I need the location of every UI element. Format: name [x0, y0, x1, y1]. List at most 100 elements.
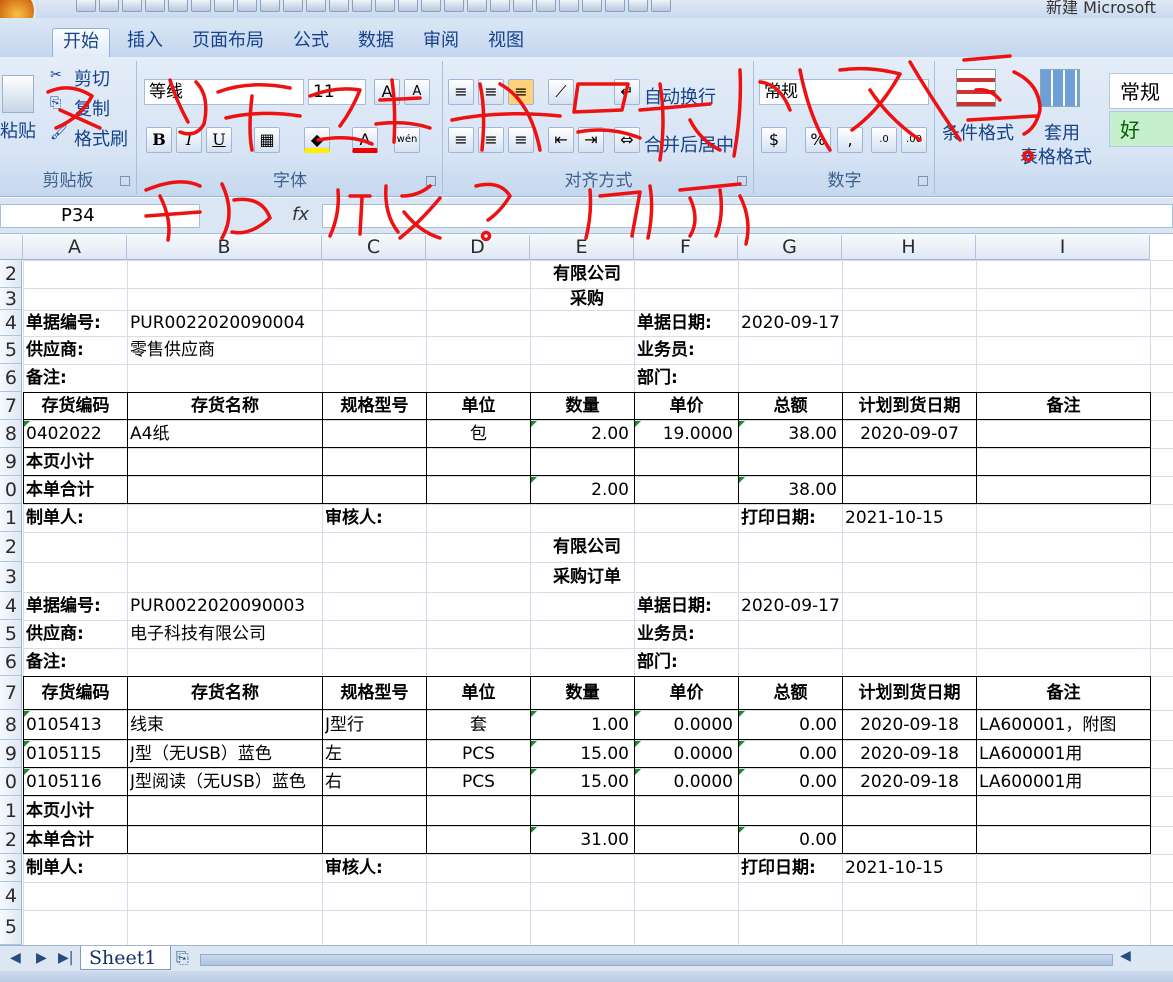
- quick-access-icon[interactable]: [352, 0, 372, 12]
- row-header[interactable]: 2: [0, 532, 22, 562]
- row-header[interactable]: 8: [0, 420, 22, 448]
- align-middle-icon[interactable]: ≡: [478, 79, 504, 105]
- column-header-G[interactable]: G: [738, 235, 842, 260]
- scroll-left-icon[interactable]: ◀: [1120, 948, 1131, 964]
- number-launcher-icon[interactable]: [918, 176, 928, 186]
- quick-access-icon[interactable]: [76, 0, 96, 12]
- currency-icon[interactable]: $: [761, 127, 787, 153]
- quick-access-icon[interactable]: [260, 0, 280, 12]
- worksheet-grid[interactable]: 有限公司 采购 单据编号: PUR0022020090004 单据日期: 2020-09-…: [23, 260, 1173, 945]
- column-header-D[interactable]: D: [426, 235, 530, 260]
- last-sheet-icon[interactable]: ▶|: [58, 950, 73, 966]
- align-bottom-icon[interactable]: ≡: [508, 79, 534, 105]
- row-header[interactable]: 1: [0, 504, 22, 532]
- conditional-format-icon[interactable]: [956, 69, 996, 107]
- tab-7[interactable]: 视图: [478, 28, 534, 58]
- row-header[interactable]: 2: [0, 826, 22, 854]
- cut-button[interactable]: 剪切: [74, 65, 110, 91]
- align-top-icon[interactable]: ≡: [448, 79, 474, 105]
- row-header[interactable]: 9: [0, 448, 22, 476]
- quick-access-icon[interactable]: [168, 0, 188, 12]
- tab-2[interactable]: 插入: [117, 28, 173, 58]
- quick-access-icon[interactable]: [99, 0, 119, 12]
- paste-icon[interactable]: [2, 75, 34, 113]
- insert-sheet-icon[interactable]: ⎘: [176, 948, 189, 968]
- column-header-C[interactable]: C: [322, 235, 426, 260]
- row-header[interactable]: 7: [0, 392, 22, 420]
- quick-access-icon[interactable]: [283, 0, 303, 12]
- row-header[interactable]: 0: [0, 768, 22, 796]
- quick-access-icon[interactable]: [421, 0, 441, 12]
- font-name-combo[interactable]: 等线: [144, 79, 304, 105]
- clipboard-launcher-icon[interactable]: [120, 176, 130, 186]
- quick-access-icon[interactable]: [237, 0, 257, 12]
- row-header[interactable]: 3: [0, 288, 22, 310]
- sheet-tab-sheet1[interactable]: Sheet1: [80, 946, 172, 970]
- row-header[interactable]: 4: [0, 310, 22, 336]
- decrease-decimal-icon[interactable]: .00: [901, 127, 927, 153]
- align-center-icon[interactable]: ≡: [478, 127, 504, 153]
- italic-button[interactable]: I: [176, 127, 202, 153]
- increase-indent-icon[interactable]: ⇥: [578, 127, 604, 153]
- quick-access-icon[interactable]: [306, 0, 326, 12]
- quick-access-icon[interactable]: [444, 0, 464, 12]
- quick-access-icon[interactable]: [536, 0, 556, 12]
- grow-font-icon[interactable]: A: [374, 79, 400, 105]
- style-good[interactable]: 好: [1109, 111, 1173, 147]
- format-as-table-icon[interactable]: [1040, 69, 1080, 107]
- comma-icon[interactable]: ,: [837, 127, 863, 153]
- column-header-E[interactable]: E: [530, 235, 634, 260]
- row-header[interactable]: 3: [0, 854, 22, 882]
- font-color-icon[interactable]: A: [352, 127, 378, 153]
- font-launcher-icon[interactable]: [426, 176, 436, 186]
- row-header[interactable]: 1: [0, 796, 22, 826]
- row-header[interactable]: 9: [0, 740, 22, 768]
- underline-button[interactable]: U: [206, 127, 232, 153]
- conditional-format-button[interactable]: 条件格式: [942, 119, 1014, 145]
- copy-button[interactable]: 复制: [74, 95, 110, 121]
- column-header-H[interactable]: H: [842, 235, 976, 260]
- tab-1[interactable]: 开始: [52, 28, 110, 58]
- phonetic-icon[interactable]: wén: [394, 127, 420, 153]
- tab-6[interactable]: 审阅: [413, 28, 469, 58]
- increase-decimal-icon[interactable]: .0: [871, 127, 897, 153]
- percent-button[interactable]: %: [805, 127, 831, 153]
- next-sheet-icon[interactable]: ▶: [36, 950, 47, 966]
- quick-access-icon[interactable]: [490, 0, 510, 12]
- quick-access-icon[interactable]: [467, 0, 487, 12]
- row-header[interactable]: 5: [0, 620, 22, 648]
- fx-icon[interactable]: fx: [292, 204, 309, 225]
- column-header-A[interactable]: A: [23, 235, 127, 260]
- wrap-text-icon[interactable]: ↵: [614, 79, 640, 105]
- paste-button[interactable]: 粘贴: [0, 117, 36, 143]
- format-painter-button[interactable]: 格式刷: [74, 125, 128, 151]
- quick-access-icon[interactable]: [651, 0, 671, 12]
- alignment-launcher-icon[interactable]: [737, 176, 747, 186]
- fill-color-icon[interactable]: ◆: [304, 127, 330, 153]
- merge-center-icon[interactable]: ⇔: [614, 127, 640, 153]
- quick-access-icon[interactable]: [559, 0, 579, 12]
- formula-input[interactable]: [322, 204, 1173, 228]
- quick-access-icon[interactable]: [145, 0, 165, 12]
- orientation-icon[interactable]: ⟋: [548, 79, 574, 105]
- bold-button[interactable]: B: [146, 127, 172, 153]
- tab-4[interactable]: 公式: [283, 28, 339, 58]
- tab-3[interactable]: 页面布局: [182, 28, 274, 58]
- quick-access-icon[interactable]: [582, 0, 602, 12]
- align-left-icon[interactable]: ≡: [448, 127, 474, 153]
- decrease-indent-icon[interactable]: ⇤: [548, 127, 574, 153]
- wrap-text-button[interactable]: 自动换行: [644, 83, 716, 109]
- border-icon[interactable]: ▦: [254, 127, 280, 153]
- row-header[interactable]: 4: [0, 882, 22, 910]
- select-all-corner[interactable]: [0, 235, 23, 260]
- row-header[interactable]: 5: [0, 336, 22, 364]
- style-normal[interactable]: 常规: [1109, 73, 1173, 109]
- shrink-font-icon[interactable]: A: [404, 79, 430, 105]
- row-header[interactable]: 0: [0, 476, 22, 504]
- column-header-I[interactable]: I: [976, 235, 1150, 260]
- row-header[interactable]: 3: [0, 562, 22, 592]
- row-header[interactable]: 5: [0, 910, 22, 945]
- first-sheet-icon[interactable]: ◀: [10, 950, 21, 966]
- quick-access-icon[interactable]: [329, 0, 349, 12]
- row-header[interactable]: 6: [0, 648, 22, 676]
